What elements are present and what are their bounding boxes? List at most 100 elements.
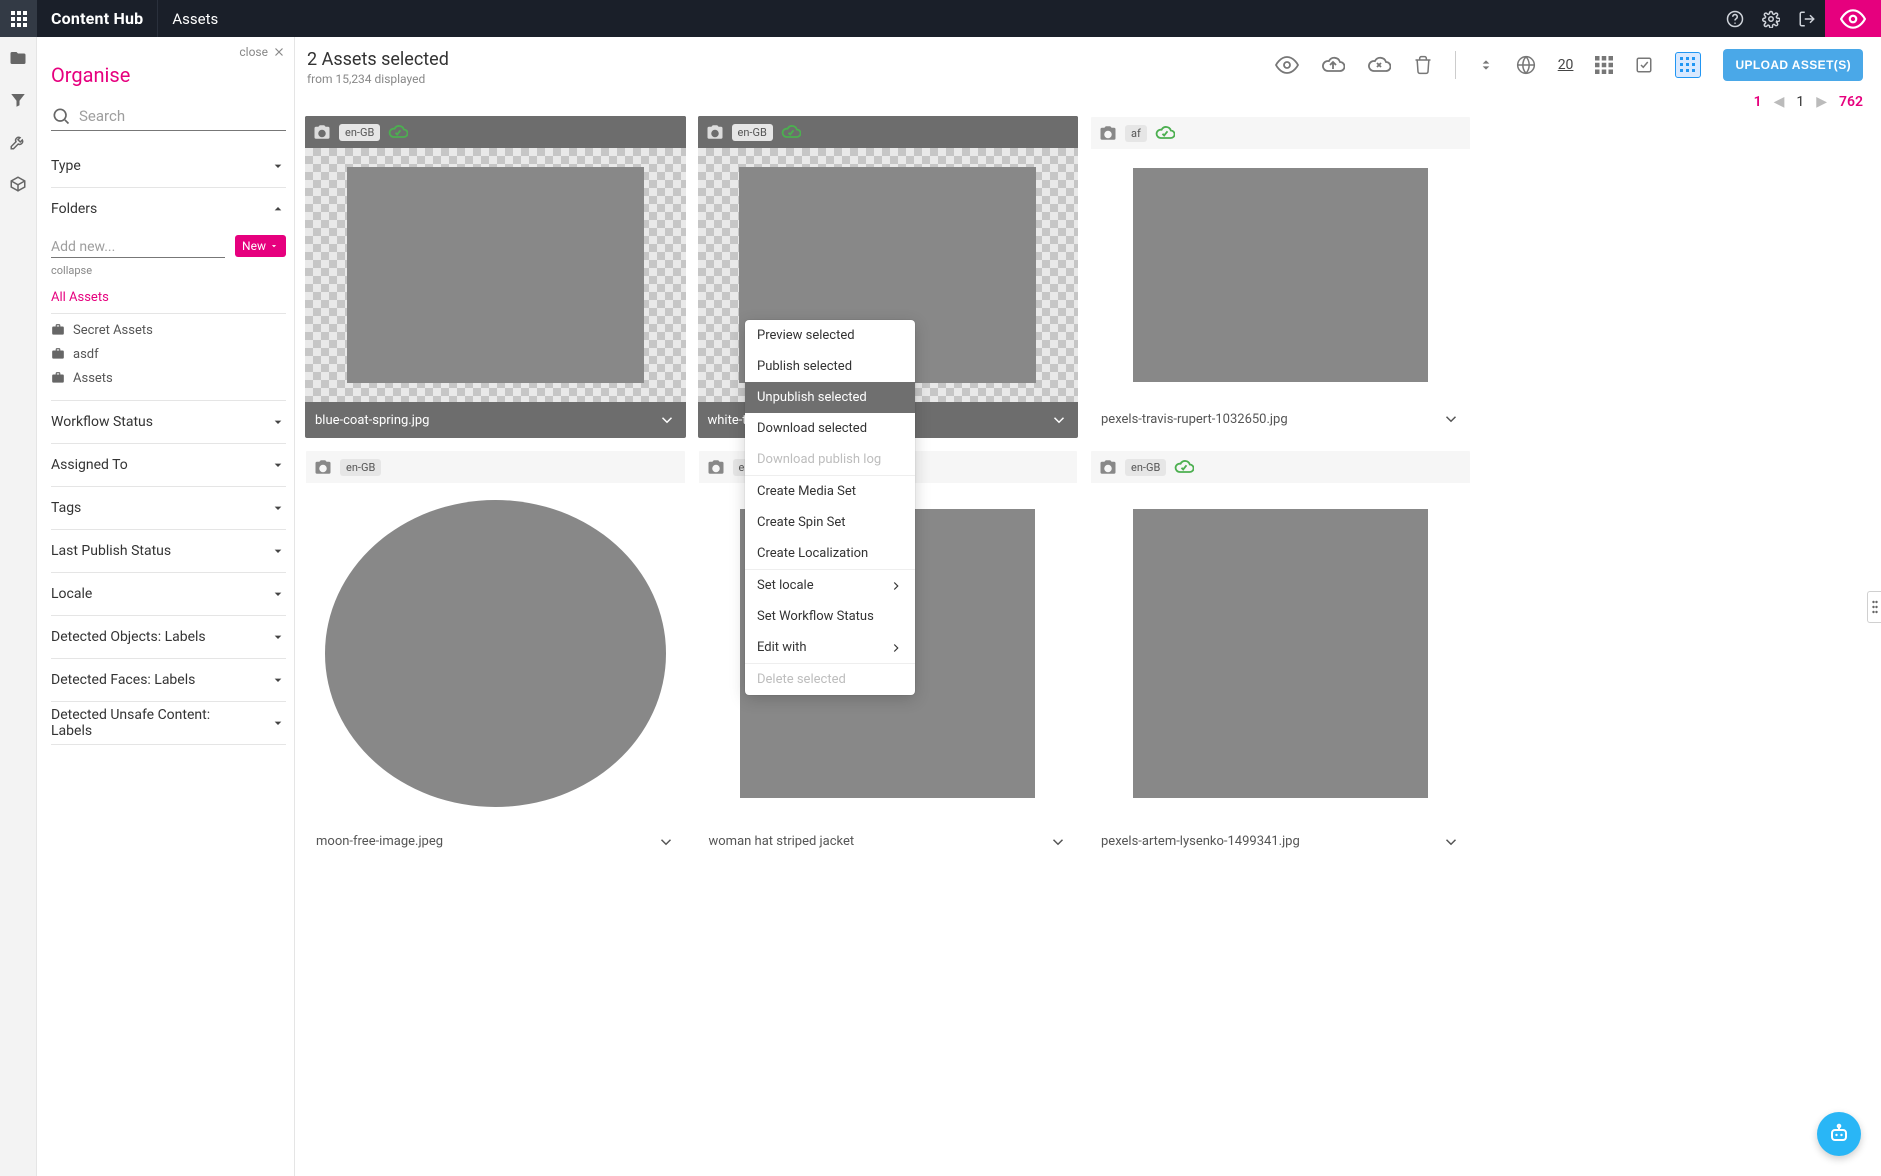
card-bar: en-GB <box>1091 451 1470 483</box>
context-menu-item[interactable]: Set Workflow Status <box>745 601 915 632</box>
search-input[interactable]: Search <box>51 101 286 131</box>
context-menu-item[interactable]: Preview selected <box>745 320 915 351</box>
help-button[interactable] <box>1717 0 1753 37</box>
context-menu-item[interactable]: Create Localization <box>745 538 915 569</box>
settings-button[interactable] <box>1753 0 1789 37</box>
context-menu-item[interactable]: Download selected <box>745 413 915 444</box>
select-all-button[interactable] <box>1635 56 1653 74</box>
asset-type-icon <box>313 123 331 141</box>
publish-button[interactable] <box>1321 53 1345 77</box>
context-menu-item[interactable]: Create Media Set <box>745 476 915 507</box>
locale-filter-button[interactable] <box>1516 55 1536 75</box>
section-locale-header[interactable]: Locale <box>51 573 286 615</box>
card-more-button[interactable] <box>657 833 675 851</box>
asset-thumbnail[interactable] <box>1091 149 1470 401</box>
section-workflow-label: Workflow Status <box>51 414 153 430</box>
context-menu-item[interactable]: Unpublish selected <box>745 382 915 413</box>
add-folder-input[interactable]: Add new... <box>51 234 225 258</box>
preview-button[interactable] <box>1275 53 1299 77</box>
main: 2 Assets selected from 15,234 displayed … <box>295 37 1881 1176</box>
rail-folders[interactable] <box>7 47 29 69</box>
grid-view-button[interactable] <box>1595 56 1613 74</box>
folder-item[interactable]: Secret Assets <box>51 318 286 342</box>
section-type-header[interactable]: Type <box>51 145 286 187</box>
sort-button[interactable] <box>1478 55 1494 75</box>
gear-icon <box>1762 10 1780 28</box>
asset-card[interactable]: en-GBblue-coat-spring.jpg <box>305 116 686 438</box>
breadcrumb[interactable]: Assets <box>158 0 232 37</box>
card-more-button[interactable] <box>658 411 676 429</box>
rail-cube[interactable] <box>7 173 29 195</box>
page-size-button[interactable]: 20 <box>1558 57 1574 73</box>
filter-icon <box>9 91 27 109</box>
apps-menu-button[interactable] <box>0 0 37 37</box>
pager-next[interactable]: ▶ <box>1816 94 1827 110</box>
context-menu-item[interactable]: Edit with <box>745 632 915 663</box>
section-det-face-label: Detected Faces: Labels <box>51 672 195 688</box>
pager-first[interactable]: 1 <box>1754 94 1762 110</box>
topbar: Content Hub Assets <box>0 0 1881 37</box>
close-panel[interactable]: close <box>51 45 286 59</box>
chevron-down-icon <box>269 241 279 251</box>
context-menu-item[interactable]: Publish selected <box>745 351 915 382</box>
card-more-button[interactable] <box>1050 411 1068 429</box>
context-menu-label: Unpublish selected <box>757 390 867 405</box>
collapse-folders[interactable]: collapse <box>51 264 286 277</box>
cloud-x-icon <box>1367 53 1391 77</box>
section-det-obj-header[interactable]: Detected Objects: Labels <box>51 616 286 658</box>
delete-button[interactable] <box>1413 55 1433 75</box>
asset-thumbnail[interactable] <box>1091 483 1470 824</box>
context-menu-item: Delete selected <box>745 664 915 695</box>
upload-button[interactable]: UPLOAD ASSET(S) <box>1723 49 1863 81</box>
card-bar: en-GB <box>306 451 685 483</box>
context-menu-item[interactable]: Set locale <box>745 570 915 601</box>
asset-thumbnail[interactable] <box>305 148 686 402</box>
asset-type-icon <box>1099 124 1117 142</box>
chevron-down-icon <box>270 457 286 473</box>
briefcase-icon <box>51 323 65 337</box>
folder-item[interactable]: asdf <box>51 342 286 366</box>
right-drawer-handle[interactable] <box>1867 591 1881 623</box>
card-more-button[interactable] <box>1442 833 1460 851</box>
asset-filename: blue-coat-spring.jpg <box>315 413 429 428</box>
chevron-down-icon <box>1050 411 1068 429</box>
asset-card[interactable]: afpexels-travis-rupert-1032650.jpg <box>1090 116 1471 438</box>
chat-button[interactable] <box>1817 1112 1861 1156</box>
asset-card[interactable]: en-GBmoon-free-image.jpeg <box>305 450 686 861</box>
asset-type-icon <box>1099 458 1117 476</box>
add-folder-placeholder: Add new... <box>51 239 115 255</box>
section-det-obj: Detected Objects: Labels <box>51 616 286 659</box>
marquee-select-button[interactable] <box>1675 52 1701 78</box>
robot-icon <box>1827 1122 1851 1146</box>
rail-tools[interactable] <box>7 131 29 153</box>
folder-item-label: All Assets <box>51 290 109 305</box>
card-more-button[interactable] <box>1442 410 1460 428</box>
chevron-down-icon <box>1442 833 1460 851</box>
preview-mode-button[interactable] <box>1825 0 1881 37</box>
folder-item[interactable]: Assets <box>51 366 286 390</box>
asset-thumbnail[interactable] <box>306 483 685 824</box>
context-menu-item[interactable]: Create Spin Set <box>745 507 915 538</box>
section-last-publish-header[interactable]: Last Publish Status <box>51 530 286 572</box>
section-tags-header[interactable]: Tags <box>51 487 286 529</box>
section-folders-label: Folders <box>51 201 97 217</box>
section-folders-header[interactable]: Folders <box>51 188 286 230</box>
section-det-unsafe-header[interactable]: Detected Unsafe Content: Labels <box>51 702 286 744</box>
folder-item[interactable]: All Assets <box>51 285 286 309</box>
logout-button[interactable] <box>1789 0 1825 37</box>
rail-filters[interactable] <box>7 89 29 111</box>
asset-card[interactable]: en-GBpexels-artem-lysenko-1499341.jpg <box>1090 450 1471 861</box>
section-tags: Tags <box>51 487 286 530</box>
section-workflow-header[interactable]: Workflow Status <box>51 401 286 443</box>
published-icon <box>781 122 801 142</box>
new-folder-button[interactable]: New <box>235 235 286 257</box>
pager-prev[interactable]: ◀ <box>1774 94 1785 110</box>
card-more-button[interactable] <box>1049 833 1067 851</box>
section-det-face-header[interactable]: Detected Faces: Labels <box>51 659 286 701</box>
pager-last[interactable]: 762 <box>1839 94 1863 110</box>
section-assigned-header[interactable]: Assigned To <box>51 444 286 486</box>
chevron-up-icon <box>270 201 286 217</box>
unpublish-button[interactable] <box>1367 53 1391 77</box>
context-menu-label: Publish selected <box>757 359 852 374</box>
check-square-icon <box>1635 56 1653 74</box>
